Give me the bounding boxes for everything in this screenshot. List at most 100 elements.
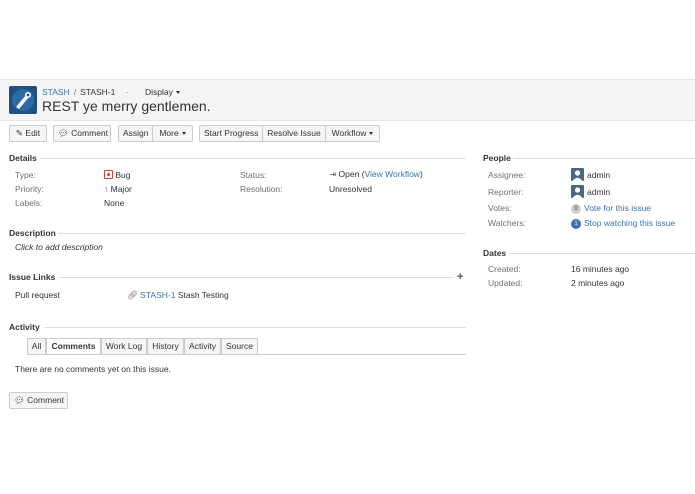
people-heading: People <box>483 153 511 163</box>
tab-all[interactable]: All <box>27 338 46 355</box>
tab-activity-label: Activity <box>189 341 216 351</box>
no-comments-message: There are no comments yet on this issue. <box>15 364 171 374</box>
arrow-up-icon: ↑ <box>104 184 109 194</box>
breadcrumb-issue-key[interactable]: STASH-1 <box>80 87 115 97</box>
votes-count-badge: 0 <box>571 203 581 214</box>
comment-button[interactable]: 💬︎ Comment <box>53 125 111 142</box>
reporter-avatar <box>571 185 584 198</box>
tab-work-log-label: Work Log <box>105 341 143 351</box>
view-workflow-link[interactable]: View Workflow <box>365 169 420 179</box>
start-progress-button[interactable]: Start Progress <box>199 125 263 142</box>
description-heading: Description <box>9 228 56 238</box>
labels-value[interactable]: None <box>104 198 124 208</box>
add-comment-button-label: Comment <box>27 395 65 405</box>
workflow-button[interactable]: Workflow <box>325 125 380 142</box>
bug-icon <box>104 170 113 179</box>
status-value: ⇥ Open (View Workflow) <box>329 169 423 180</box>
resolution-value: Unresolved <box>329 184 372 194</box>
priority-label: Priority: <box>15 184 44 194</box>
assign-button-label: Assign <box>123 128 149 138</box>
assignee-label: Assignee: <box>488 170 526 180</box>
pencil-icon: ✎ <box>15 128 24 138</box>
activity-divider <box>44 327 466 328</box>
assignee-avatar <box>571 168 584 181</box>
votes-label: Votes: <box>488 203 512 213</box>
watchers-count-badge: 1 <box>571 218 581 229</box>
breadcrumb: STASH / STASH-1 · Display <box>42 87 180 97</box>
priority-value: ↑ Major <box>104 184 132 194</box>
people-divider <box>513 158 695 159</box>
reporter-value[interactable]: admin <box>587 187 610 197</box>
status-label: Status: <box>240 170 267 180</box>
created-label: Created: <box>488 264 521 274</box>
start-progress-button-label: Start Progress <box>204 128 259 138</box>
view-workflow-paren-close: ) <box>419 169 423 179</box>
link-icon: 🔗︎ <box>127 290 138 300</box>
comment-button-label: Comment <box>71 128 109 138</box>
issue-link-summary: Stash Testing <box>177 290 229 300</box>
type-label: Type: <box>15 170 36 180</box>
issue-link-key[interactable]: STASH-1 <box>140 290 175 300</box>
breadcrumb-separator: / <box>73 87 77 97</box>
votes-value: 0 Vote for this issue <box>571 203 651 214</box>
edit-button-label: Edit <box>25 128 41 138</box>
updated-value: 2 minutes ago <box>571 278 625 288</box>
tab-source-label: Source <box>226 341 253 351</box>
resolve-issue-button-label: Resolve Issue <box>267 128 321 138</box>
issue-summary[interactable]: REST ye merry gentlemen. <box>42 98 211 114</box>
dates-divider <box>509 253 695 254</box>
vote-link[interactable]: Vote for this issue <box>584 203 651 213</box>
tab-comments[interactable]: Comments <box>46 338 101 355</box>
resolution-label: Resolution: <box>240 184 283 194</box>
details-divider <box>40 158 466 159</box>
display-dropdown[interactable]: Display <box>145 87 180 97</box>
assignee-value[interactable]: admin <box>587 170 610 180</box>
workflow-button-label: Workflow <box>331 128 367 138</box>
more-button[interactable]: More <box>152 125 193 142</box>
breadcrumb-project-link[interactable]: STASH <box>42 87 70 97</box>
tab-all-label: All <box>31 341 42 351</box>
resolve-issue-button[interactable]: Resolve Issue <box>262 125 326 142</box>
description-placeholder[interactable]: Click to add description <box>15 242 103 252</box>
add-link-icon[interactable]: + <box>457 271 463 283</box>
speech-bubble-icon: 💬︎ <box>14 395 25 405</box>
chevron-down-icon <box>369 132 374 136</box>
tab-work-log[interactable]: Work Log <box>101 338 147 355</box>
dates-heading: Dates <box>483 248 507 258</box>
priority-value-text: Major <box>110 184 132 194</box>
tabs-baseline <box>27 354 466 355</box>
breadcrumb-dot: · <box>125 87 129 97</box>
reporter-label: Reporter: <box>488 187 524 197</box>
issue-links-heading: Issue Links <box>9 272 56 282</box>
display-dropdown-label: Display <box>144 87 173 97</box>
project-avatar-icon[interactable] <box>9 86 37 114</box>
issue-link-item: 🔗︎ STASH-1 Stash Testing <box>127 290 229 301</box>
description-divider <box>58 233 466 234</box>
tab-history-label: History <box>152 341 179 351</box>
chevron-down-icon <box>175 91 180 95</box>
created-value: 16 minutes ago <box>571 264 630 274</box>
chevron-down-icon <box>181 132 186 136</box>
details-heading: Details <box>9 153 37 163</box>
tab-comments-label: Comments <box>51 341 96 351</box>
assign-button[interactable]: Assign <box>118 125 153 142</box>
tab-history[interactable]: History <box>147 338 184 355</box>
stop-watching-link[interactable]: Stop watching this issue <box>584 218 675 228</box>
status-open-icon: ⇥ <box>329 169 337 179</box>
type-value-text: Bug <box>115 170 131 180</box>
add-comment-button[interactable]: 💬︎ Comment <box>9 392 68 409</box>
issue-links-divider <box>59 277 454 278</box>
tab-activity[interactable]: Activity <box>184 338 221 355</box>
watchers-value: 1 Stop watching this issue <box>571 218 675 229</box>
labels-label: Labels: <box>15 198 43 208</box>
activity-heading: Activity <box>9 322 40 332</box>
more-button-label: More <box>159 128 179 138</box>
issue-link-relation: Pull request <box>15 290 60 300</box>
speech-bubble-icon: 💬︎ <box>58 128 69 138</box>
updated-label: Updated: <box>488 278 523 288</box>
type-value: Bug <box>104 170 131 180</box>
status-value-text: Open <box>338 169 360 179</box>
tab-source[interactable]: Source <box>221 338 258 355</box>
watchers-label: Watchers: <box>488 218 526 228</box>
edit-button[interactable]: ✎ Edit <box>9 125 47 142</box>
